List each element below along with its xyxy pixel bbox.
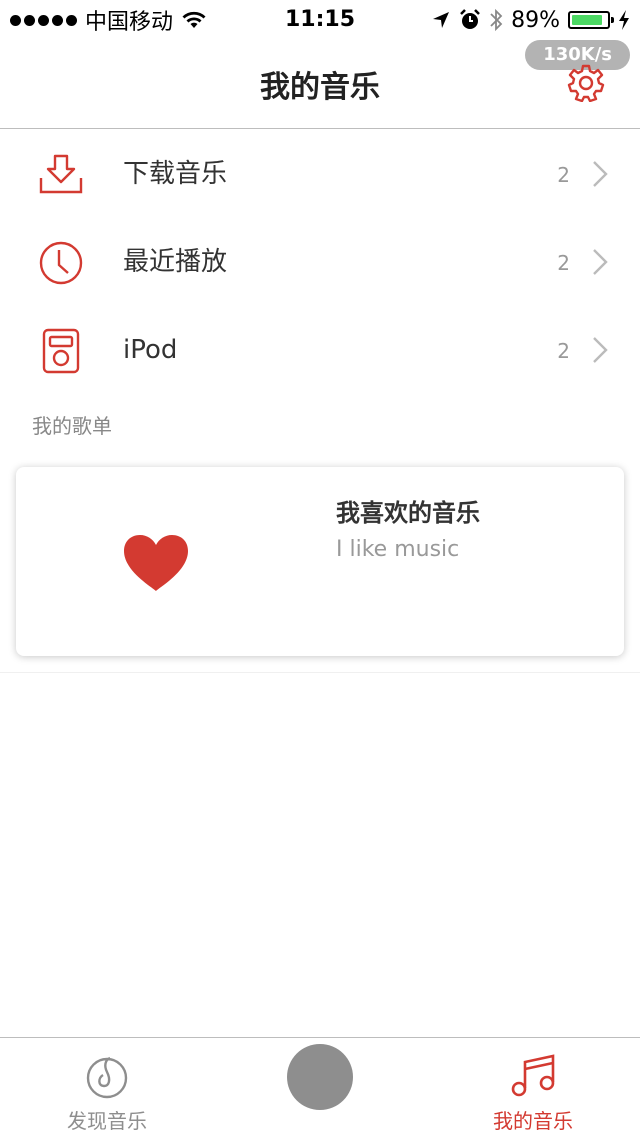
location-icon [433, 12, 450, 28]
menu-item-count: 2 [557, 339, 570, 363]
section-title-playlists: 我的歌单 [32, 414, 112, 438]
menu-item-count: 2 [557, 163, 570, 187]
bluetooth-icon [490, 8, 503, 32]
tab-discover[interactable]: 发现音乐 [27, 1038, 187, 1137]
chevron-right-icon [593, 337, 608, 363]
download-icon [39, 154, 83, 194]
chevron-right-icon [593, 161, 608, 187]
ipod-icon [42, 328, 80, 374]
menu-item-download[interactable]: 下载音乐 2 [0, 130, 640, 218]
music-note-icon [511, 1054, 555, 1097]
menu-item-count: 2 [557, 251, 570, 275]
playlist-subtitle: I like music [336, 537, 460, 562]
netease-logo-icon [86, 1056, 128, 1099]
menu-list: 下载音乐 2 最近播放 2 iPod 2 [0, 130, 640, 394]
nav-bar: 我的音乐 [0, 40, 640, 129]
status-right: 89% [431, 6, 630, 34]
tab-label: 我的音乐 [493, 1109, 573, 1133]
tab-my-music[interactable]: 我的音乐 [453, 1038, 613, 1137]
page-title: 我的音乐 [260, 70, 380, 105]
now-playing-button[interactable] [287, 1044, 353, 1110]
tab-label: 发现音乐 [67, 1109, 147, 1133]
battery-level [572, 15, 602, 25]
gear-icon [567, 64, 605, 103]
menu-item-label: 最近播放 [123, 247, 228, 277]
charging-icon [619, 10, 629, 30]
menu-item-ipod[interactable]: iPod 2 [0, 306, 640, 394]
menu-item-label: iPod [123, 335, 178, 365]
settings-button[interactable] [566, 62, 606, 103]
playlist-card-liked[interactable]: 我喜欢的音乐 I like music [16, 467, 624, 656]
playlist-title: 我喜欢的音乐 [336, 499, 480, 527]
battery-icon [568, 11, 614, 29]
chevron-right-icon [593, 249, 608, 275]
battery-percentage: 89% [511, 7, 560, 33]
divider [0, 672, 640, 673]
status-bar: 中国移动 11:15 89% [0, 0, 640, 40]
menu-item-label: 下载音乐 [123, 159, 228, 189]
clock-icon [39, 241, 83, 285]
alarm-icon [460, 9, 480, 29]
menu-item-recent[interactable]: 最近播放 2 [0, 218, 640, 306]
tab-bar: 发现音乐 我的音乐 [0, 1037, 640, 1137]
heart-icon [124, 535, 188, 591]
